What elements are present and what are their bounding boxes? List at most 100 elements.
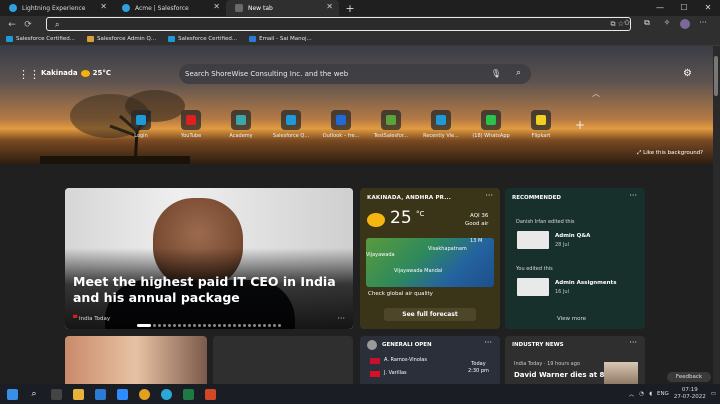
carousel-dots[interactable] (137, 324, 281, 327)
article-more-button[interactable]: ··· (337, 314, 345, 323)
carousel-dot[interactable] (268, 324, 271, 327)
powerpoint-icon[interactable] (200, 386, 220, 402)
microphone-icon[interactable]: 🎙 (491, 69, 501, 78)
news-card-image[interactable] (65, 336, 207, 384)
file-explorer-icon[interactable] (68, 386, 88, 402)
carousel-dot[interactable] (158, 324, 161, 327)
quick-link[interactable]: (18) WhatsApp (466, 110, 516, 139)
close-icon[interactable]: ✕ (213, 2, 220, 11)
news-card[interactable] (213, 336, 353, 384)
document-thumbnail[interactable] (517, 231, 549, 249)
mail-icon[interactable] (90, 386, 110, 402)
profile-avatar[interactable] (680, 19, 690, 29)
weather-map[interactable]: Vijayawada Visakhapatnam Vijayawada Mand… (366, 238, 494, 287)
quick-link[interactable]: TestSalesfor... (366, 110, 416, 139)
quick-link[interactable]: Academy (216, 110, 266, 139)
refresh-button[interactable]: ⟳ (20, 20, 36, 30)
scrollbar-thumb[interactable] (714, 56, 718, 96)
edge-icon[interactable] (156, 386, 176, 402)
carousel-dot[interactable] (233, 324, 236, 327)
minimize-button[interactable]: — (648, 0, 672, 16)
address-input[interactable] (65, 19, 605, 29)
full-forecast-button[interactable]: See full forecast (384, 308, 476, 321)
carousel-dot[interactable] (137, 324, 151, 327)
collections-icon[interactable]: ⧉ (640, 18, 654, 29)
web-search-box[interactable]: Search ShoreWise Consulting Inc. and the… (179, 64, 531, 84)
back-button[interactable]: ← (4, 20, 20, 30)
close-icon[interactable]: ✕ (326, 2, 333, 11)
zoom-icon[interactable] (112, 386, 132, 402)
hero-weather[interactable]: Kakinada 25°C (41, 69, 111, 77)
carousel-dot[interactable] (163, 324, 166, 327)
weather-more-button[interactable]: ··· (485, 191, 493, 200)
quick-link[interactable]: Login (116, 110, 166, 139)
new-tab-button[interactable]: + (343, 2, 357, 15)
notification-icon[interactable]: ▭ (711, 391, 716, 397)
carousel-dot[interactable] (183, 324, 186, 327)
gear-icon[interactable]: ⚙ (683, 68, 692, 79)
bookmark-item[interactable]: Salesforce Certified... (168, 36, 237, 42)
network-icon[interactable]: ◔ (639, 391, 644, 397)
carousel-dot[interactable] (248, 324, 251, 327)
carousel-dot[interactable] (273, 324, 276, 327)
article-headline[interactable]: Meet the highest paid IT CEO in India an… (73, 274, 348, 306)
windows-start-icon[interactable] (2, 386, 22, 402)
document-title[interactable]: Admin Assignments (555, 280, 616, 286)
like-background-link[interactable]: ⤢ Like this background? (637, 150, 703, 157)
carousel-dot[interactable] (173, 324, 176, 327)
task-view-icon[interactable] (46, 386, 66, 402)
language-label[interactable]: ENG (657, 391, 669, 397)
carousel-dot[interactable] (278, 324, 281, 327)
carousel-dot[interactable] (258, 324, 261, 327)
tab-acme[interactable]: Acme | Salesforce ✕ (113, 0, 226, 16)
search-icon[interactable]: ⌕ (516, 68, 521, 78)
carousel-dot[interactable] (253, 324, 256, 327)
document-title[interactable]: Admin Q&A (555, 233, 590, 239)
carousel-dot[interactable] (263, 324, 266, 327)
carousel-dot[interactable] (203, 324, 206, 327)
carousel-dot[interactable] (168, 324, 171, 327)
carousel-dot[interactable] (188, 324, 191, 327)
bookmark-item[interactable]: Salesforce Admin Q... (87, 36, 156, 42)
carousel-dot[interactable] (243, 324, 246, 327)
apps-grid-icon[interactable]: ⋮⋮ (18, 68, 40, 81)
recommended-more-button[interactable]: ··· (629, 191, 637, 200)
carousel-dot[interactable] (198, 324, 201, 327)
carousel-dot[interactable] (218, 324, 221, 327)
industry-headline[interactable]: David Warner dies at 80 (514, 371, 609, 379)
quick-link[interactable]: Outlook – fre... (316, 110, 366, 139)
quick-link[interactable]: YouTube (166, 110, 216, 139)
close-window-button[interactable]: ✕ (696, 0, 720, 16)
maximize-button[interactable]: ☐ (672, 0, 696, 16)
industry-news-card[interactable]: INDUSTRY NEWS ··· India Today · 19 hours… (505, 336, 645, 384)
extensions-icon[interactable]: ✧ (660, 18, 674, 29)
weather-card[interactable]: KAKINADA, ANDHRA PR... ··· 25 °C AQI 36 … (360, 188, 500, 329)
carousel-dot[interactable] (223, 324, 226, 327)
tray-chevron-icon[interactable]: ︿ (629, 390, 635, 398)
chrome-icon[interactable] (134, 386, 154, 402)
carousel-dot[interactable] (208, 324, 211, 327)
bookmark-item[interactable]: Email - Sai Manoj... (249, 36, 312, 42)
clock[interactable]: 07:19 27-07-2022 (674, 387, 706, 401)
excel-icon[interactable] (178, 386, 198, 402)
weather-unit[interactable]: °C (416, 210, 424, 218)
carousel-dot[interactable] (228, 324, 231, 327)
scrollbar[interactable] (713, 46, 720, 384)
featured-article[interactable]: Meet the highest paid IT CEO in India an… (65, 188, 353, 329)
document-thumbnail[interactable] (517, 278, 549, 296)
carousel-dot[interactable] (178, 324, 181, 327)
more-menu-icon[interactable]: ··· (696, 18, 710, 29)
quick-link[interactable]: Salesforce Q... (266, 110, 316, 139)
sports-more-button[interactable]: ··· (484, 338, 492, 347)
address-bar[interactable]: ⌕ ⧉ ☆ (46, 17, 631, 31)
volume-icon[interactable]: ◖ (649, 391, 652, 397)
chevron-up-icon[interactable]: ︿ (592, 88, 600, 99)
close-icon[interactable]: ✕ (100, 2, 107, 11)
carousel-dot[interactable] (193, 324, 196, 327)
search-icon[interactable]: ⌕ (24, 386, 44, 402)
check-air-quality-link[interactable]: Check global air quality (368, 291, 433, 297)
carousel-dot[interactable] (213, 324, 216, 327)
carousel-dot[interactable] (238, 324, 241, 327)
favorites-icon[interactable]: ✩ (620, 18, 634, 29)
bookmark-item[interactable]: Salesforce Certified... (6, 36, 75, 42)
